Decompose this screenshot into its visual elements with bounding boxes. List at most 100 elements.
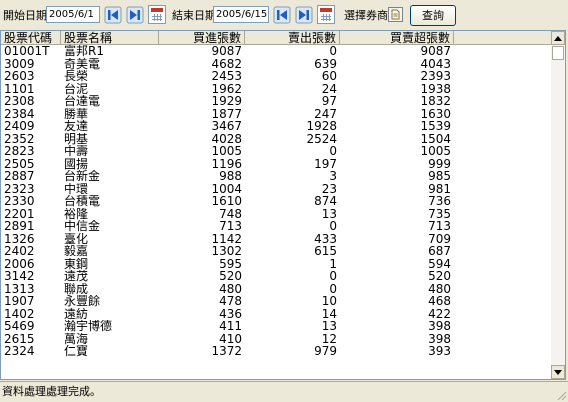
vertical-scrollbar[interactable]	[551, 31, 565, 379]
table-row[interactable]: 2323 中環 1004 23 981	[1, 183, 551, 196]
cell-net: 2393	[420, 70, 451, 83]
cell-sell: 1928	[306, 120, 337, 133]
table-row[interactable]: 2887 台新金 988 3 985	[1, 170, 551, 183]
cell-code: 2308	[4, 95, 35, 108]
end-date-input[interactable]: 2005/6/15	[213, 6, 269, 23]
cell-buy: 1929	[211, 95, 242, 108]
cell-name: 萬海	[64, 332, 89, 345]
prev-arrow-icon	[104, 6, 122, 24]
cell-code: 2323	[4, 182, 35, 195]
cell-code: 2402	[4, 245, 35, 258]
table-row[interactable]: 1907 永豐餘 478 10 468	[1, 295, 551, 308]
table-row[interactable]: 3142 遠茂 520 0 520	[1, 270, 551, 283]
cell-name: 中壽	[64, 145, 89, 158]
table-row[interactable]: 2308 台達電 1929 97 1832	[1, 95, 551, 108]
start-prev-button[interactable]	[103, 5, 123, 25]
table-row[interactable]: 2352 明基 4028 2524 1504	[1, 133, 551, 146]
column-header-code[interactable]: 股票代碼	[1, 31, 61, 45]
cell-code: 2201	[4, 207, 35, 220]
end-calendar-button[interactable]	[317, 5, 335, 24]
column-header-net[interactable]: 買賣超張數	[340, 31, 454, 45]
cell-sell: 24	[321, 82, 337, 95]
start-calendar-button[interactable]	[148, 5, 166, 24]
cell-net: 393	[428, 345, 451, 358]
cell-sell: 0	[329, 45, 337, 58]
cell-buy: 1142	[211, 232, 242, 245]
cell-name: 台泥	[64, 82, 89, 95]
table-row[interactable]: 2324 仁寶 1372 979 393	[1, 345, 551, 358]
end-prev-button[interactable]	[272, 5, 292, 25]
next-arrow-icon	[295, 6, 313, 24]
scroll-thumb[interactable]	[552, 46, 564, 60]
broker-picker-button[interactable]	[388, 7, 403, 22]
cell-code: 1326	[4, 232, 35, 245]
table-row[interactable]: 1101 台泥 1962 24 1938	[1, 83, 551, 96]
cell-name: 國揚	[64, 157, 89, 170]
cell-net: 468	[428, 295, 451, 308]
table-row[interactable]: 2330 台積電 1610 874 736	[1, 195, 551, 208]
cell-sell: 247	[314, 107, 337, 120]
cell-sell: 13	[321, 207, 337, 220]
cell-sell: 0	[329, 145, 337, 158]
table-row[interactable]: 2505 國揚 1196 197 999	[1, 158, 551, 171]
start-next-button[interactable]	[125, 5, 145, 25]
table-row[interactable]: 3009 奇美電 4682 639 4043	[1, 58, 551, 71]
cell-buy: 4682	[211, 57, 242, 70]
toolbar: 開始日期 2005/6/1 結束日期 2005/6/15 選擇券商 查詢	[0, 0, 568, 30]
table-row[interactable]: 2615 萬海 410 12 398	[1, 333, 551, 346]
column-header-buy[interactable]: 買進張數	[159, 31, 245, 45]
scroll-down-button[interactable]	[551, 365, 565, 379]
query-button[interactable]: 查詢	[410, 5, 456, 26]
table-row[interactable]: 1326 臺化 1142 433 709	[1, 233, 551, 246]
cell-buy: 480	[219, 282, 242, 295]
cell-name: 台新金	[64, 170, 101, 183]
cell-name: 中環	[64, 182, 89, 195]
cell-buy: 1302	[211, 245, 242, 258]
cell-buy: 1962	[211, 82, 242, 95]
cell-name: 富邦R1	[64, 45, 104, 58]
table-row[interactable]: 2006 東鋼 595 1 594	[1, 258, 551, 271]
column-header-sell[interactable]: 賣出張數	[245, 31, 340, 45]
cell-code: 1402	[4, 307, 35, 320]
cell-code: 2891	[4, 220, 35, 233]
cell-net: 1630	[420, 107, 451, 120]
table-row[interactable]: 2402 毅嘉 1302 615 687	[1, 245, 551, 258]
cell-sell: 433	[314, 232, 337, 245]
cell-buy: 2453	[211, 70, 242, 83]
stock-list: 股票代碼 股票名稱 買進張數 賣出張數 買賣超張數 01001T 富邦R1 9087…	[0, 30, 566, 380]
end-next-button[interactable]	[294, 5, 314, 25]
table-row[interactable]: 2201 裕隆 748 13 735	[1, 208, 551, 221]
scroll-up-button[interactable]	[551, 31, 565, 45]
cell-net: 713	[428, 220, 451, 233]
table-row[interactable]: 2823 中壽 1005 0 1005	[1, 145, 551, 158]
cell-sell: 97	[321, 95, 337, 108]
column-header-name[interactable]: 股票名稱	[61, 31, 159, 45]
cell-code: 2330	[4, 195, 35, 208]
table-row[interactable]: 1402 遠紡 436 14 422	[1, 308, 551, 321]
table-row[interactable]: 2409 友達 3467 1928 1539	[1, 120, 551, 133]
cell-net: 709	[428, 232, 451, 245]
calendar-icon	[151, 8, 163, 12]
cell-net: 687	[428, 245, 451, 258]
cell-code: 3009	[4, 57, 35, 70]
cell-sell: 197	[314, 157, 337, 170]
resize-grip-icon[interactable]	[555, 389, 567, 401]
cell-code: 2324	[4, 345, 35, 358]
table-row[interactable]: 2891 中信金 713 0 713	[1, 220, 551, 233]
table-row[interactable]: 5469 瀚宇博德 411 13 398	[1, 320, 551, 333]
cell-net: 398	[428, 320, 451, 333]
table-row[interactable]: 2603 長榮 2453 60 2393	[1, 70, 551, 83]
cell-sell: 3	[329, 170, 337, 183]
cell-buy: 520	[219, 270, 242, 283]
cell-name: 長榮	[64, 70, 89, 83]
start-date-input[interactable]: 2005/6/1	[46, 6, 100, 23]
cell-net: 985	[428, 170, 451, 183]
cell-sell: 639	[314, 57, 337, 70]
cell-net: 735	[428, 207, 451, 220]
cell-buy: 1610	[211, 195, 242, 208]
cell-name: 中信金	[64, 220, 101, 233]
table-row[interactable]: 2384 勝華 1877 247 1630	[1, 108, 551, 121]
cell-buy: 478	[219, 295, 242, 308]
table-row[interactable]: 1313 聯成 480 0 480	[1, 283, 551, 296]
table-row[interactable]: 01001T 富邦R1 9087 0 9087	[1, 45, 551, 58]
